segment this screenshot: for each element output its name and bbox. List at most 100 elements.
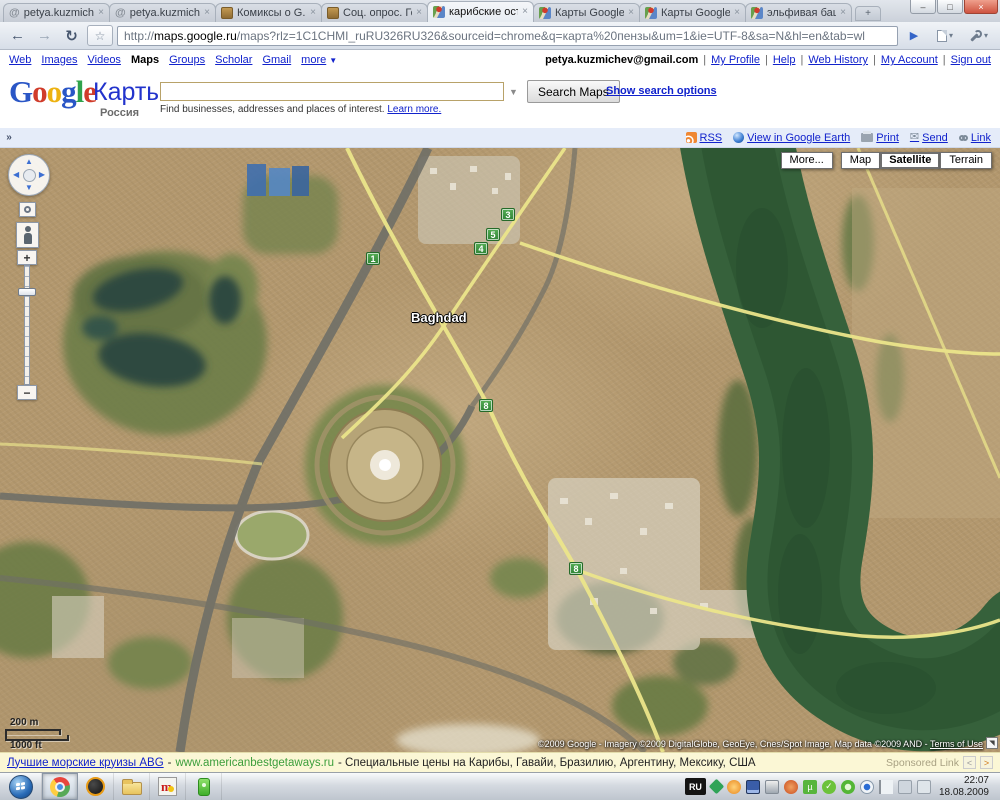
map-canvas[interactable]: More... Map Satellite Terrain ▲ ▼ ◀ ▶ + … <box>0 148 1000 752</box>
reset-view-button[interactable] <box>19 202 36 217</box>
back-button[interactable]: ← <box>6 25 29 47</box>
go-button[interactable]: ▶ <box>902 25 926 46</box>
tab-caribbean-islands-active[interactable]: карибские ост... × <box>427 1 534 22</box>
route-marker-8b[interactable]: 8 <box>569 562 583 575</box>
pan-left-icon[interactable]: ◀ <box>13 171 19 179</box>
print-link[interactable]: Print <box>861 132 899 144</box>
tray-orange-icon[interactable] <box>727 780 741 794</box>
url-host: maps.google.ru <box>154 29 237 43</box>
route-marker-8a[interactable]: 8 <box>479 399 493 412</box>
forward-button[interactable]: → <box>33 25 56 47</box>
street-view-pegman-button[interactable] <box>16 222 39 248</box>
nav-link-more[interactable]: more <box>301 54 326 66</box>
tab-close-icon[interactable]: × <box>310 8 316 18</box>
tray-diamond-icon[interactable] <box>709 779 725 795</box>
search-input[interactable] <box>160 82 504 101</box>
tab-eiffel-tower[interactable]: эльфивая баш... × <box>745 3 852 22</box>
tray-network-icon[interactable] <box>898 780 912 794</box>
nav-link-gmail[interactable]: Gmail <box>262 54 291 66</box>
tab-close-icon[interactable]: × <box>204 8 210 18</box>
nav-link-groups[interactable]: Groups <box>169 54 205 66</box>
satellite-view-button[interactable]: Satellite <box>880 152 940 169</box>
pan-center-handle[interactable] <box>23 169 36 182</box>
link-my-profile[interactable]: My Profile <box>711 54 760 66</box>
tab-gmail-2[interactable]: @ petya.kuzmich... × <box>109 3 216 22</box>
nav-link-images[interactable]: Images <box>41 54 77 66</box>
tab-close-icon[interactable]: × <box>522 7 528 17</box>
zoom-in-button[interactable]: + <box>17 250 37 265</box>
tab-gmail-1[interactable]: @ petya.kuzmich... × <box>3 3 110 22</box>
chevron-down-icon: ▼ <box>329 56 337 65</box>
tab-close-icon[interactable]: × <box>98 8 104 18</box>
nav-link-videos[interactable]: Videos <box>88 54 121 66</box>
terms-of-use-link[interactable]: Terms of Use <box>930 739 983 749</box>
route-marker-1[interactable]: 1 <box>366 252 380 265</box>
tab-close-icon[interactable]: × <box>416 8 422 18</box>
tab-close-icon[interactable]: × <box>628 8 634 18</box>
link-web-history[interactable]: Web History <box>808 54 868 66</box>
route-marker-3[interactable]: 3 <box>501 208 515 221</box>
start-button[interactable] <box>0 773 42 800</box>
tray-device-icon[interactable] <box>765 780 779 794</box>
taskbar-clock[interactable]: 22:07 18.08.2009 <box>939 775 989 799</box>
next-ad-button[interactable]: > <box>980 756 993 769</box>
pan-control[interactable]: ▲ ▼ ◀ ▶ <box>8 154 50 196</box>
send-link[interactable]: ✉ Send <box>910 132 948 144</box>
tray-eye-icon[interactable] <box>860 780 874 794</box>
tray-antivirus-icon[interactable]: ✓ <box>822 780 836 794</box>
taskbar-qip-button[interactable] <box>186 773 222 800</box>
tab-comics[interactable]: Комиксы о G... × <box>215 3 322 22</box>
tray-volume-icon[interactable] <box>917 780 931 794</box>
previous-ad-button[interactable]: < <box>963 756 976 769</box>
tab-maps-1[interactable]: Карты Google × <box>533 3 640 22</box>
pan-down-icon[interactable]: ▼ <box>25 184 33 192</box>
show-search-options-link[interactable]: Show search options <box>606 85 717 97</box>
reload-button[interactable]: ↻ <box>60 25 83 47</box>
tray-flag-icon[interactable] <box>879 780 893 794</box>
more-button[interactable]: More... <box>781 152 833 169</box>
tab-close-icon[interactable]: × <box>734 8 740 18</box>
zoom-out-button[interactable]: − <box>17 385 37 400</box>
view-in-google-earth-link[interactable]: View in Google Earth <box>733 132 850 144</box>
taskbar-mirc-button[interactable]: m <box>150 773 186 800</box>
taskbar-explorer-button[interactable] <box>114 773 150 800</box>
tray-monitor-icon[interactable] <box>746 780 760 794</box>
map-view-button[interactable]: Map <box>841 152 880 169</box>
rss-link[interactable]: RSS <box>686 132 723 144</box>
tab-maps-2[interactable]: Карты Google × <box>639 3 746 22</box>
taskbar-chrome-button[interactable] <box>42 773 78 800</box>
sidebar-collapse-button[interactable]: » <box>0 132 18 143</box>
pan-right-icon[interactable]: ▶ <box>39 171 45 179</box>
zoom-slider-track[interactable] <box>24 265 30 385</box>
ad-link[interactable]: Лучшие морские круизы ABG <box>7 757 164 769</box>
page-menu-button[interactable]: ▾ <box>930 25 960 46</box>
new-tab-button[interactable]: + <box>855 6 881 21</box>
link-my-account[interactable]: My Account <box>881 54 938 66</box>
language-indicator[interactable]: RU <box>685 778 706 795</box>
route-marker-5[interactable]: 5 <box>486 228 500 241</box>
minimize-button[interactable]: – <box>910 0 936 14</box>
report-problem-button[interactable]: ◥ <box>986 737 998 749</box>
tray-messenger-icon[interactable] <box>841 780 855 794</box>
nav-link-web[interactable]: Web <box>9 54 31 66</box>
close-button[interactable]: × <box>964 0 998 14</box>
maximize-button[interactable]: □ <box>937 0 963 14</box>
address-bar[interactable]: http://maps.google.ru/maps?rlz=1C1CHMI_r… <box>117 26 898 46</box>
link-sign-out[interactable]: Sign out <box>951 54 991 66</box>
bookmark-star-button[interactable]: ☆ <box>87 25 113 46</box>
link-help[interactable]: Help <box>773 54 796 66</box>
tray-audio-icon[interactable] <box>784 780 798 794</box>
taskbar-aimp-button[interactable] <box>78 773 114 800</box>
tab-close-icon[interactable]: × <box>840 8 846 18</box>
learn-more-link[interactable]: Learn more. <box>387 104 441 115</box>
tray-utorrent-icon[interactable]: µ <box>803 780 817 794</box>
search-history-dropdown-icon[interactable]: ▼ <box>509 87 518 97</box>
route-marker-4[interactable]: 4 <box>474 242 488 255</box>
zoom-slider-handle[interactable] <box>18 288 36 296</box>
wrench-menu-button[interactable]: ▾ <box>964 25 994 46</box>
pan-up-icon[interactable]: ▲ <box>25 158 33 166</box>
link-link[interactable]: Link <box>959 132 991 144</box>
nav-link-scholar[interactable]: Scholar <box>215 54 252 66</box>
tab-survey[interactable]: Соц. опрос. Ге... × <box>321 3 428 22</box>
terrain-view-button[interactable]: Terrain <box>940 152 992 169</box>
